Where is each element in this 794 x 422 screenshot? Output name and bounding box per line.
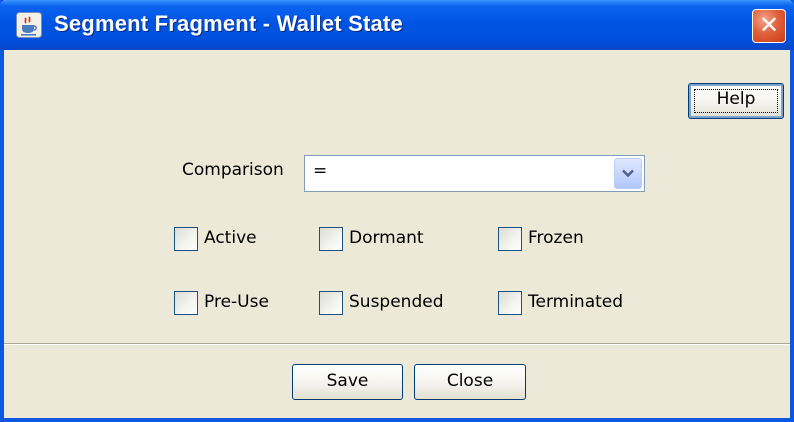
comparison-dropdown-button[interactable] xyxy=(614,158,642,189)
window-close-button[interactable]: ✕ xyxy=(752,9,786,43)
help-button-label: Help xyxy=(716,89,756,109)
checkbox-box[interactable] xyxy=(174,291,198,315)
checkbox-label: Active xyxy=(204,228,257,248)
close-icon: ✕ xyxy=(758,11,780,39)
window-title: Segment Fragment - Wallet State xyxy=(54,11,403,36)
save-button[interactable]: Save xyxy=(292,364,403,400)
save-button-label: Save xyxy=(326,371,369,391)
checkbox-label: Suspended xyxy=(349,292,444,312)
help-button[interactable]: Help xyxy=(688,83,784,119)
checkbox-box[interactable] xyxy=(498,291,522,315)
checkbox-box[interactable] xyxy=(319,227,343,251)
checkbox-box[interactable] xyxy=(498,227,522,251)
close-button-label: Close xyxy=(446,371,494,391)
dialog-window: Segment Fragment - Wallet State ✕ Help C… xyxy=(0,0,794,422)
checkbox-label: Pre-Use xyxy=(204,292,269,312)
title-bar[interactable]: Segment Fragment - Wallet State ✕ xyxy=(0,0,794,50)
checkbox-box[interactable] xyxy=(319,291,343,315)
checkbox-label: Frozen xyxy=(528,228,584,248)
footer-divider xyxy=(4,343,790,345)
checkbox-box[interactable] xyxy=(174,227,198,251)
checkbox-label: Dormant xyxy=(349,228,424,248)
comparison-selected-value: = xyxy=(313,161,328,181)
java-cup-icon xyxy=(16,12,42,38)
chevron-down-icon xyxy=(622,169,634,178)
checkbox-label: Terminated xyxy=(528,292,624,312)
close-button[interactable]: Close xyxy=(414,364,526,400)
comparison-label: Comparison xyxy=(182,160,284,180)
comparison-select[interactable]: = xyxy=(304,155,645,192)
